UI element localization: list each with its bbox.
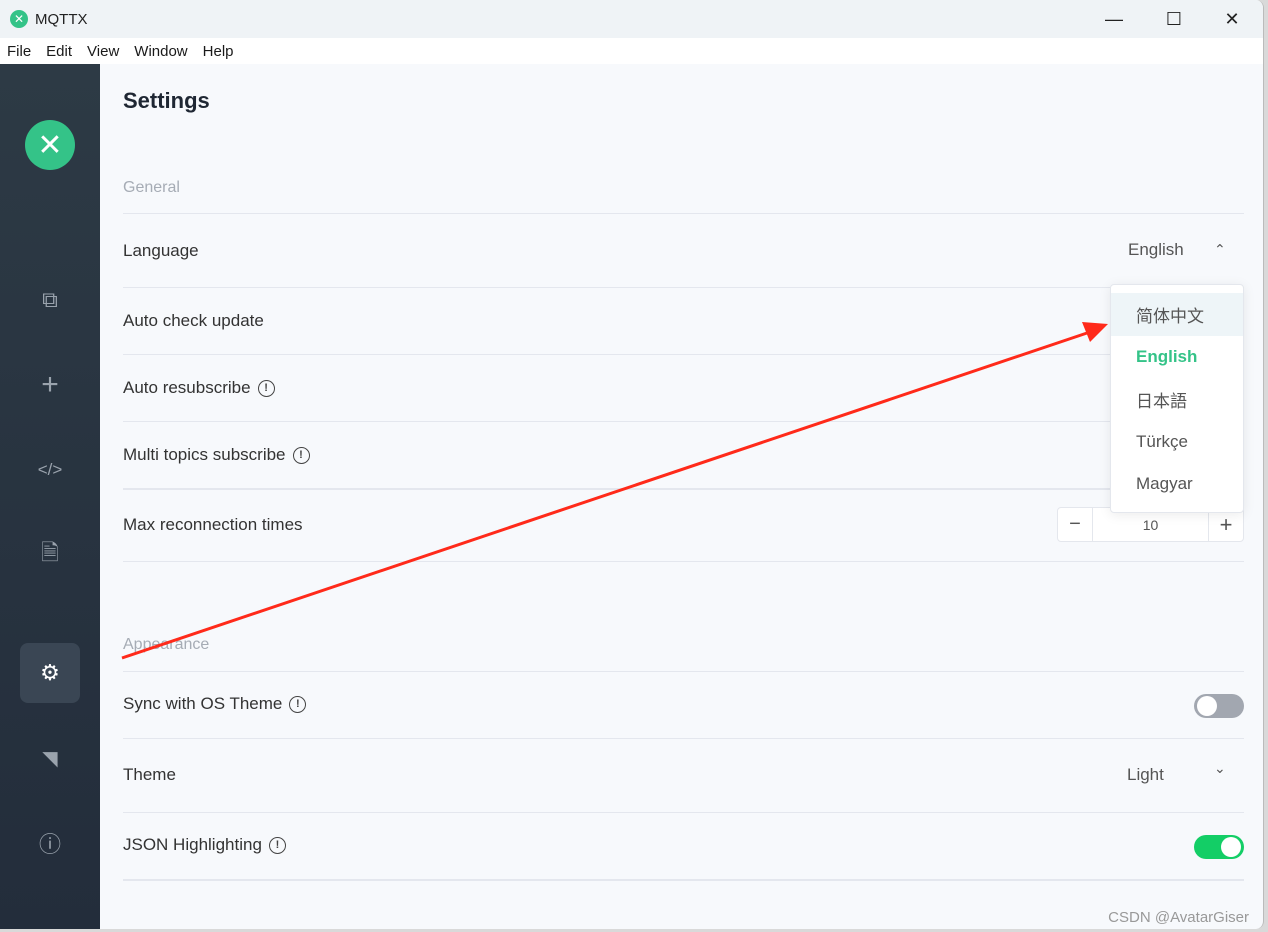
close-button[interactable]: ✕ [1203, 0, 1261, 38]
connections-icon[interactable]: ⧉ [20, 270, 80, 330]
menu-bar: File Edit View Window Help [0, 38, 1263, 64]
divider [123, 287, 1244, 288]
info-icon[interactable]: ! [292, 446, 310, 464]
language-select[interactable]: English [1128, 240, 1184, 260]
plus-icon[interactable]: + [20, 355, 80, 415]
info-icon[interactable]: ⓘ [20, 813, 80, 873]
json-highlight-row: JSON Highlighting! [123, 833, 1244, 857]
multi-topics-row: Multi topics subscribe! [123, 443, 1244, 467]
menu-file[interactable]: File [7, 43, 31, 60]
section-appearance: Appearance [123, 636, 210, 653]
app-window: ✕ MQTTX — ☐ ✕ File Edit View Window Help… [0, 0, 1264, 929]
language-option[interactable]: 简体中文 [1111, 293, 1243, 336]
auto-resubscribe-row: Auto resubscribe! [123, 376, 1244, 400]
title-bar: ✕ MQTTX — ☐ ✕ [0, 0, 1263, 38]
section-general: General [123, 179, 180, 196]
sync-os-label: Sync with OS Theme [123, 694, 283, 713]
language-label: Language [123, 241, 199, 260]
rss-icon[interactable]: ◥ [20, 728, 80, 788]
watermark: CSDN @AvatarGiser [1108, 909, 1249, 926]
divider [123, 879, 1244, 881]
code-icon[interactable]: </> [20, 440, 80, 500]
sync-os-row: Sync with OS Theme! [123, 692, 1244, 716]
multi-topics-label: Multi topics subscribe [123, 445, 286, 464]
divider [123, 561, 1244, 562]
theme-label: Theme [123, 765, 176, 784]
auto-check-update-row: Auto check update [123, 309, 1244, 333]
settings-page: Settings General Language English ⌄ Auto… [100, 64, 1263, 929]
divider [123, 738, 1244, 739]
divider [123, 213, 1244, 214]
json-highlight-label: JSON Highlighting [123, 835, 262, 854]
app-logo-icon: ✕ [10, 10, 28, 28]
language-option[interactable]: Türkçe [1111, 421, 1243, 464]
maximize-button[interactable]: ☐ [1145, 0, 1203, 38]
theme-row: Theme [123, 763, 1244, 787]
sync-os-toggle[interactable] [1194, 694, 1244, 718]
auto-check-update-label: Auto check update [123, 311, 264, 330]
divider [123, 421, 1244, 422]
mqttx-logo: ✕ [25, 120, 75, 170]
sidebar: ✕ ⧉ + </> 🗎 ⚙ ◥ ⓘ [0, 64, 100, 929]
info-icon[interactable]: ! [257, 379, 275, 397]
divider [123, 354, 1244, 355]
info-icon[interactable]: ! [268, 836, 286, 854]
language-option[interactable]: 日本語 [1111, 378, 1243, 421]
chevron-up-icon[interactable]: ⌄ [1214, 240, 1226, 257]
minimize-button[interactable]: — [1085, 0, 1143, 38]
decrement-button[interactable]: − [1058, 508, 1093, 541]
gear-icon[interactable]: ⚙ [20, 643, 80, 703]
divider [123, 812, 1244, 813]
menu-view[interactable]: View [87, 43, 119, 60]
menu-window[interactable]: Window [134, 43, 187, 60]
language-row: Language [123, 239, 1244, 263]
divider [123, 671, 1244, 672]
language-dropdown: 简体中文 English 日本語 Türkçe Magyar [1110, 284, 1244, 513]
menu-help[interactable]: Help [203, 43, 234, 60]
theme-select[interactable]: Light [1127, 765, 1164, 785]
page-title: Settings [123, 88, 210, 113]
log-icon[interactable]: 🗎 [20, 525, 80, 585]
menu-edit[interactable]: Edit [46, 43, 72, 60]
max-reconnect-label: Max reconnection times [123, 515, 303, 534]
divider [123, 488, 1244, 490]
info-icon[interactable]: ! [289, 695, 307, 713]
chevron-down-icon[interactable]: ⌄ [1214, 760, 1226, 777]
json-highlight-toggle[interactable] [1194, 835, 1244, 859]
language-option-selected[interactable]: English [1111, 336, 1243, 379]
auto-resubscribe-label: Auto resubscribe [123, 378, 251, 397]
language-option[interactable]: Magyar [1111, 463, 1243, 506]
window-title: MQTTX [35, 10, 88, 28]
